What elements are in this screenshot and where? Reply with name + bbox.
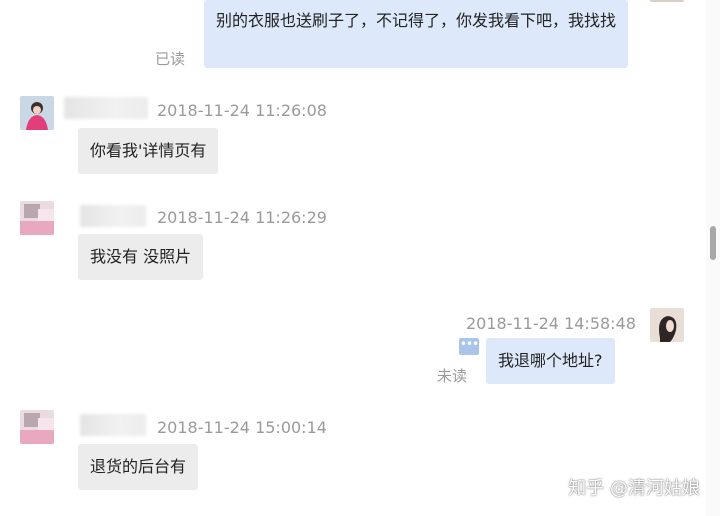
message-text: 我没有 没照片 xyxy=(90,247,192,266)
contact-name-blurred xyxy=(64,97,148,119)
scrollbar-thumb[interactable] xyxy=(710,226,716,260)
contact-name-blurred xyxy=(80,205,146,227)
message-bubble-incoming[interactable]: 退货的后台有 xyxy=(78,444,199,490)
read-status: 已读 xyxy=(155,50,186,68)
more-dots-icon[interactable]: ••• xyxy=(459,338,479,355)
my-avatar[interactable] xyxy=(650,0,684,2)
watermark: 知乎 @清河姑娘 xyxy=(568,478,700,499)
contact-avatar[interactable] xyxy=(20,201,54,235)
contact-avatar[interactable] xyxy=(20,96,54,130)
message-timestamp: 2018-11-24 11:26:08 xyxy=(157,101,327,120)
message-text: 别的衣服也送刷子了，不记得了，你发我看下吧，我找找 xyxy=(216,11,617,30)
chat-message-list[interactable]: 别的衣服也送刷子了，不记得了，你发我看下吧，我找找 已读 2018-11-24 … xyxy=(0,0,706,516)
message-timestamp: 2018-11-24 11:26:29 xyxy=(157,208,327,227)
unread-status: 未读 xyxy=(437,367,468,385)
message-text: 我退哪个地址? xyxy=(498,351,603,370)
contact-name-blurred xyxy=(80,414,146,436)
contact-avatar[interactable] xyxy=(20,410,54,444)
message-text: 你看我'详情页有 xyxy=(90,141,207,160)
message-text: 退货的后台有 xyxy=(90,457,187,476)
message-bubble-incoming[interactable]: 我没有 没照片 xyxy=(78,234,204,280)
message-bubble-outgoing[interactable]: 别的衣服也送刷子了，不记得了，你发我看下吧，我找找 xyxy=(204,0,628,68)
message-bubble-incoming[interactable]: 你看我'详情页有 xyxy=(78,128,219,174)
message-timestamp: 2018-11-24 14:58:48 xyxy=(466,314,636,333)
my-avatar[interactable] xyxy=(650,308,684,342)
message-timestamp: 2018-11-24 15:00:14 xyxy=(157,418,327,437)
message-bubble-outgoing[interactable]: 我退哪个地址? xyxy=(486,338,615,384)
vertical-scrollbar[interactable] xyxy=(706,0,720,516)
